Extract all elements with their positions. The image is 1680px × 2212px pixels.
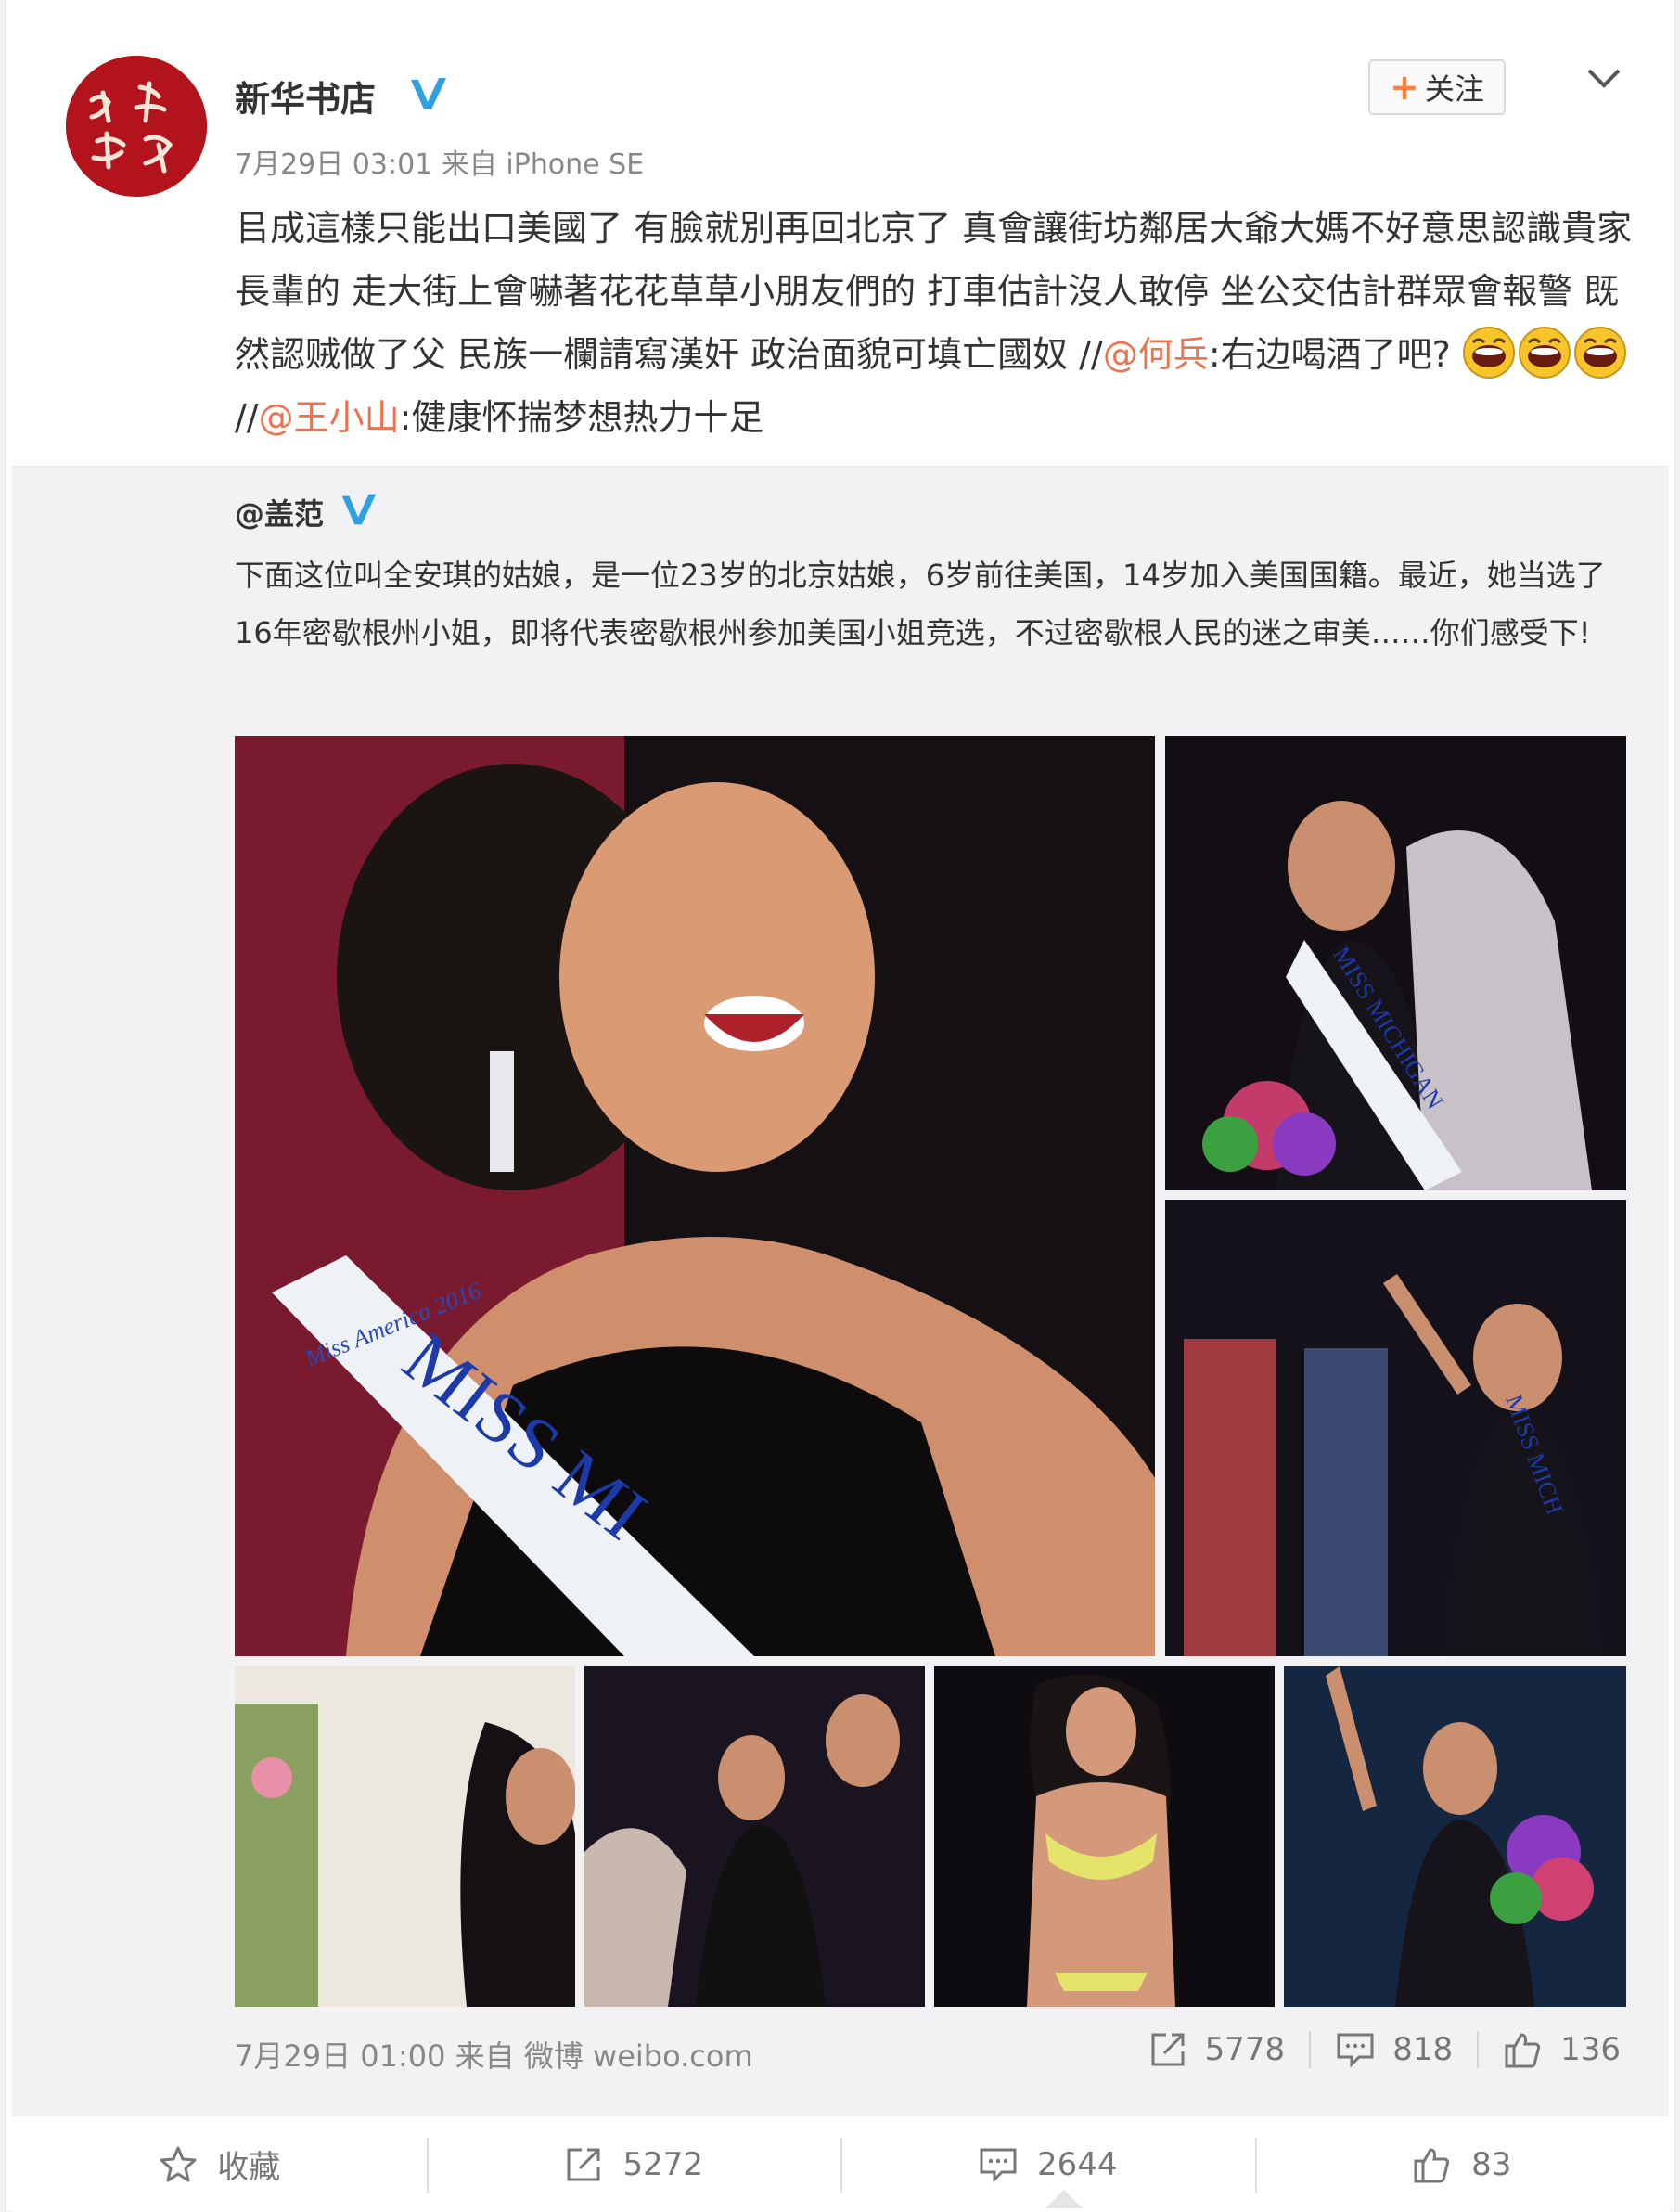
original-repost-count: 5778 bbox=[1204, 2031, 1286, 2068]
post-text-reply: :右边喝酒了吧? bbox=[1208, 334, 1451, 375]
original-repost-button[interactable]: 5778 bbox=[1148, 2029, 1286, 2070]
share-icon bbox=[1151, 2033, 1185, 2066]
plus-icon: + bbox=[1390, 67, 1419, 108]
laugh-emoji-icon bbox=[1573, 327, 1626, 379]
action-bar: 收藏 5272 2644 83 bbox=[12, 2116, 1669, 2212]
post-text: 㠯成這樣只能出口美國了 有臉就別再回北京了 真會讓街坊鄰居大爺大媽不好意思認識貴… bbox=[235, 197, 1645, 449]
original-timestamp[interactable]: 7月29日 01:00 bbox=[235, 2038, 445, 2074]
comment-icon bbox=[980, 2148, 1017, 2183]
original-comment-count: 818 bbox=[1392, 2031, 1454, 2068]
original-like-button[interactable]: 136 bbox=[1503, 2029, 1621, 2070]
photo-waving-bouquet[interactable] bbox=[1284, 1666, 1626, 2007]
photo-main-closeup[interactable]: MISS MI Miss America 2016 bbox=[235, 736, 1155, 1656]
reposted-weibo: @盖范 下面这位叫全安琪的姑娘，是一位23岁的北京姑娘，6岁前往美国，14岁加入… bbox=[12, 466, 1669, 2116]
original-like-count: 136 bbox=[1560, 2031, 1621, 2068]
divider bbox=[1477, 2031, 1480, 2068]
original-source[interactable]: 微博 weibo.com bbox=[524, 2038, 753, 2074]
thumbs-up-icon bbox=[1414, 2147, 1450, 2182]
photo-side-profile[interactable] bbox=[235, 1666, 575, 2007]
post-text-sep: // bbox=[235, 397, 259, 438]
like-count: 83 bbox=[1471, 2145, 1512, 2183]
verified-icon bbox=[411, 78, 446, 109]
original-comment-button[interactable]: 818 bbox=[1335, 2029, 1453, 2070]
repost-button[interactable]: 5272 bbox=[426, 2132, 841, 2197]
mention-link-1[interactable]: @何兵 bbox=[1103, 334, 1209, 375]
post-source[interactable]: iPhone SE bbox=[506, 148, 644, 181]
photo-swimsuit[interactable] bbox=[934, 1666, 1275, 2007]
like-button[interactable]: 83 bbox=[1254, 2132, 1670, 2197]
username[interactable]: 新华书店 bbox=[235, 71, 376, 122]
photo-celebration[interactable] bbox=[584, 1666, 925, 2007]
star-icon bbox=[160, 2146, 197, 2181]
original-meta: 7月29日 01:00 来自 微博 weibo.com bbox=[235, 2033, 753, 2076]
photo-waving[interactable]: MISS MICH bbox=[1165, 1200, 1626, 1656]
divider bbox=[1309, 2031, 1312, 2068]
comment-caret bbox=[1045, 2190, 1083, 2208]
share-icon bbox=[567, 2148, 600, 2180]
repost-count: 5272 bbox=[622, 2145, 704, 2183]
photo-crowning[interactable]: MISS MICHIGAN bbox=[1165, 736, 1626, 1190]
original-source-prefix: 来自 bbox=[455, 2038, 515, 2074]
mention-link-2[interactable]: @王小山 bbox=[259, 397, 400, 438]
source-prefix: 来自 bbox=[441, 148, 497, 181]
weibo-post-card: 新华书店 7月29日 03:01 来自 iPhone SE + 关注 㠯成這樣只… bbox=[6, 0, 1675, 2212]
comment-count: 2644 bbox=[1036, 2145, 1118, 2183]
original-text: 下面这位叫全安琪的姑娘，是一位23岁的北京姑娘，6岁前往美国，14岁加入美国国籍… bbox=[235, 558, 1606, 650]
original-username[interactable]: @盖范 bbox=[235, 491, 324, 534]
laugh-emoji-icon bbox=[1518, 327, 1571, 379]
verified-icon bbox=[341, 494, 377, 525]
photo-grid: MISS MI Miss America 2016 MISS MICHIGAN bbox=[235, 736, 1626, 2007]
original-actions: 5778 818 136 bbox=[1148, 2026, 1621, 2074]
follow-button[interactable]: + 关注 bbox=[1368, 59, 1506, 115]
favorite-button[interactable]: 收藏 bbox=[12, 2132, 427, 2197]
avatar[interactable] bbox=[66, 56, 207, 197]
chevron-down-icon[interactable] bbox=[1584, 58, 1624, 98]
post-timestamp[interactable]: 7月29日 03:01 bbox=[235, 148, 432, 181]
favorite-label: 收藏 bbox=[217, 2149, 281, 2186]
follow-label: 关注 bbox=[1424, 71, 1484, 107]
comment-button[interactable]: 2644 bbox=[840, 2132, 1255, 2197]
thumbs-up-icon bbox=[1505, 2033, 1541, 2068]
laugh-emoji-icon bbox=[1462, 327, 1515, 379]
post-text-tail: :健康怀揣梦想热力十足 bbox=[399, 397, 764, 438]
post-text-lead: 㠯 bbox=[235, 208, 271, 249]
post-meta: 7月29日 03:01 来自 iPhone SE bbox=[235, 141, 644, 182]
comment-icon bbox=[1337, 2033, 1374, 2068]
